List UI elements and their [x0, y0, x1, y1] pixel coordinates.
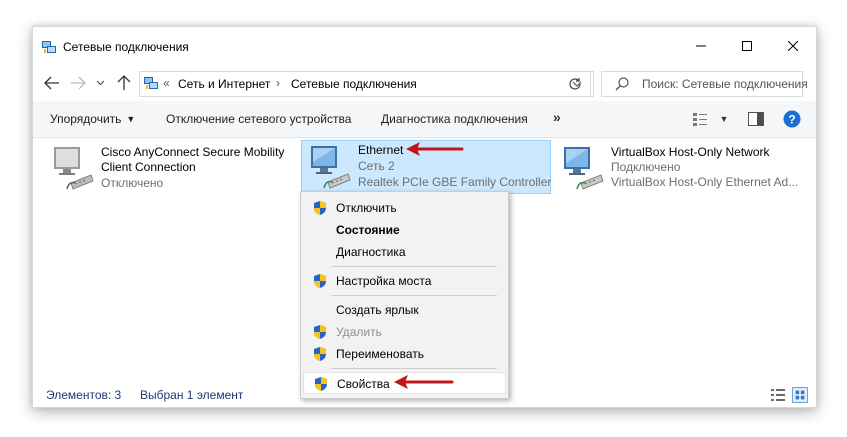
network-adapter-icon [564, 147, 604, 190]
connection-name: Cisco AnyConnect Secure Mobility [101, 145, 285, 159]
connection-adapter: Realtek PCIe GBE Family Controller [358, 175, 552, 189]
menu-item-bridge[interactable]: Настройка моста [303, 270, 506, 292]
disable-device-button[interactable]: Отключение сетевого устройства [166, 112, 351, 126]
shield-icon [314, 201, 326, 215]
menu-item-status[interactable]: Состояние [303, 219, 506, 241]
selection-count: Выбран 1 элемент [140, 388, 244, 402]
network-adapter-icon [311, 146, 351, 189]
connection-name: Ethernet [358, 143, 404, 157]
tiles-view-icon[interactable] [792, 387, 808, 403]
navigation-bar: « Сеть и Интернет › Сетевые подключения … [33, 65, 816, 101]
menu-separator [331, 295, 497, 296]
arrow-left-icon [44, 76, 59, 90]
minimize-icon [696, 45, 706, 47]
menu-item-label: Удалить [336, 325, 382, 339]
details-view-icon[interactable] [770, 387, 786, 403]
minimize-button[interactable] [678, 27, 724, 65]
connection-virtualbox[interactable]: VirtualBox Host-Only Network Подключено … [555, 142, 813, 194]
menu-separator [331, 266, 497, 267]
caret-down-icon: ▼ [719, 114, 729, 124]
connection-status: Отключено [101, 176, 164, 190]
breadcrumb-network-connections[interactable]: Сетевые подключения [291, 77, 417, 91]
menu-item-label: Свойства [337, 377, 390, 391]
view-options-icon [693, 113, 707, 126]
organize-label: Упорядочить [50, 112, 122, 126]
address-bar[interactable]: « Сеть и Интернет › Сетевые подключения [139, 71, 594, 97]
close-icon [788, 41, 798, 51]
preview-pane-icon [748, 112, 764, 126]
breadcrumb-overflow-icon[interactable]: « [163, 76, 170, 90]
context-menu: Отключить Состояние Диагностика Настройк… [300, 191, 509, 399]
shield-icon [314, 325, 326, 339]
menu-item-label: Переименовать [336, 347, 424, 361]
connection-cisco-anyconnect[interactable]: Cisco AnyConnect Secure Mobility Client … [45, 142, 297, 194]
recent-locations-button[interactable] [93, 71, 107, 95]
maximize-button[interactable] [724, 27, 770, 65]
breadcrumb-separator-icon[interactable]: › [276, 76, 280, 90]
connection-status: Подключено [611, 160, 681, 174]
chevron-down-icon [96, 80, 104, 86]
breadcrumb-network-internet[interactable]: Сеть и Интернет [178, 77, 270, 91]
network-folder-icon [144, 77, 158, 89]
view-options-dropdown[interactable]: ▼ [715, 110, 733, 128]
connection-name: VirtualBox Host-Only Network [611, 145, 770, 159]
organize-button[interactable]: Упорядочить ▼ [50, 112, 135, 126]
change-view-button[interactable] [691, 110, 709, 128]
search-placeholder: Поиск: Сетевые подключения [642, 77, 808, 91]
arrow-up-icon [117, 75, 131, 90]
refresh-button[interactable] [560, 71, 591, 97]
diagnose-connection-button[interactable]: Диагностика подключения [381, 112, 528, 126]
shield-icon [314, 274, 326, 288]
menu-item-delete[interactable]: Удалить [303, 321, 506, 343]
forward-button[interactable] [67, 71, 89, 95]
svg-text:?: ? [788, 113, 795, 127]
connection-adapter: VirtualBox Host-Only Ethernet Ad... [611, 175, 799, 189]
arrow-right-icon [71, 76, 86, 90]
menu-separator [331, 368, 497, 369]
shield-icon [314, 347, 326, 361]
caret-down-icon: ▼ [126, 114, 136, 124]
item-count: Элементов: 3 [46, 388, 122, 402]
search-icon [615, 77, 629, 91]
annotation-arrow-ethernet [406, 142, 464, 156]
connection-network: Сеть 2 [358, 159, 395, 173]
close-button[interactable] [770, 27, 816, 65]
menu-item-label: Диагностика [336, 245, 406, 259]
maximize-icon [742, 41, 752, 51]
annotation-arrow-properties [394, 375, 454, 389]
menu-item-diagnose[interactable]: Диагностика [303, 241, 506, 263]
preview-pane-button[interactable] [747, 110, 765, 128]
refresh-icon [569, 78, 581, 90]
command-bar: Упорядочить ▼ Отключение сетевого устройс… [33, 101, 816, 138]
up-button[interactable] [113, 71, 135, 95]
help-icon: ? [783, 110, 801, 128]
menu-item-label: Состояние [336, 223, 400, 237]
back-button[interactable] [41, 71, 63, 95]
menu-item-rename[interactable]: Переименовать [303, 343, 506, 365]
window-title: Сетевые подключения [63, 40, 189, 54]
menu-item-disable[interactable]: Отключить [303, 197, 506, 219]
menu-item-label: Отключить [336, 201, 397, 215]
more-commands-button[interactable]: » [553, 109, 561, 125]
network-folder-icon [42, 41, 56, 53]
menu-item-label: Создать ярлык [336, 303, 419, 317]
menu-item-create-shortcut[interactable]: Создать ярлык [303, 299, 506, 321]
menu-item-label: Настройка моста [336, 274, 432, 288]
help-button[interactable]: ? [783, 110, 801, 128]
shield-icon [315, 377, 327, 391]
search-input[interactable]: Поиск: Сетевые подключения [601, 71, 808, 97]
network-adapter-disabled-icon [54, 147, 94, 190]
connection-name-line2: Client Connection [101, 160, 196, 174]
title-bar[interactable]: Сетевые подключения [33, 27, 816, 65]
